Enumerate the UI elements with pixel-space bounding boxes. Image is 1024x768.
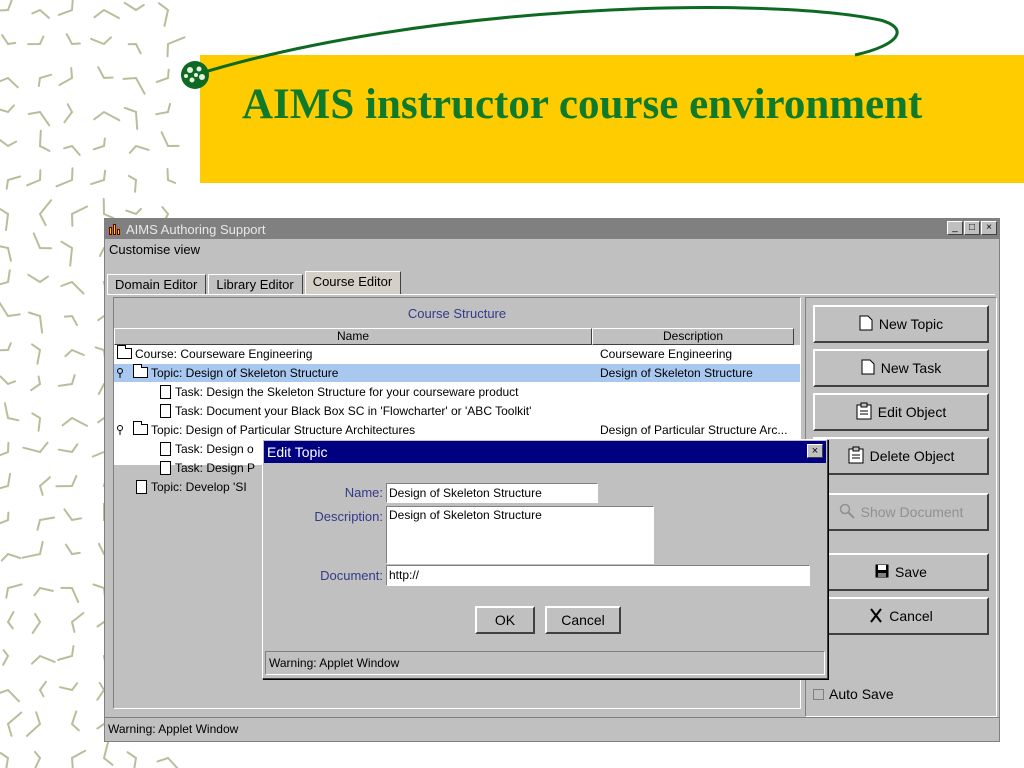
column-header-description[interactable]: Description (592, 328, 794, 345)
clipboard-icon (848, 446, 864, 467)
scissors-icon (869, 607, 883, 626)
dialog-title: Edit Topic (267, 444, 328, 460)
tree-row-description: Design of Skeleton Structure (600, 366, 753, 380)
tree-row-label: Task: Document your Black Box SC in 'Flo… (175, 404, 532, 418)
tree-row-label: Task: Design the Skeleton Structure for … (175, 385, 519, 399)
document-icon (136, 480, 147, 494)
app-icon (109, 223, 123, 235)
new-topic-label: New Topic (878, 316, 944, 332)
column-header-name[interactable]: Name (114, 328, 592, 345)
auto-save-checkbox-box[interactable] (813, 688, 824, 700)
tree-row-name: Task: Design the Skeleton Structure for … (160, 383, 519, 401)
tree-row-description: Courseware Engineering (600, 347, 733, 361)
show-document-label: Show Document (860, 504, 964, 520)
tree-row-name: Topic: Design of Skeleton Structure (133, 364, 338, 382)
edit-topic-dialog: Edit Topic × Name: Design of Skeleton St… (262, 439, 828, 679)
window-title: AIMS Authoring Support (126, 221, 266, 237)
tab-divider (107, 294, 995, 295)
editor-tabs: Domain Editor Library Editor Course Edit… (107, 271, 403, 295)
tree-row-label: Topic: Develop 'SI (151, 480, 247, 494)
new-task-button[interactable]: New Task (813, 349, 989, 387)
new-topic-button[interactable]: New Topic (813, 305, 989, 343)
tab-course-editor[interactable]: Course Editor (304, 271, 402, 295)
name-label: Name: (344, 485, 383, 500)
dialog-status-bar: Warning: Applet Window (265, 651, 825, 675)
tree-row-name: Course: Courseware Engineering (117, 345, 312, 363)
new-task-label: New Task (880, 360, 942, 376)
tree-row-description: Design of Particular Structure Arc... (600, 423, 788, 437)
document-field[interactable]: http:// (386, 565, 810, 586)
tree-row-label: Task: Design o (175, 442, 254, 456)
edit-object-button[interactable]: Edit Object (813, 393, 989, 431)
magnifier-icon (839, 503, 855, 522)
tree-row-name: Topic: Develop 'SI (136, 478, 247, 496)
window-titlebar[interactable]: AIMS Authoring Support _ □ × (105, 219, 999, 239)
minimize-button[interactable]: _ (947, 221, 963, 235)
name-field[interactable]: Design of Skeleton Structure (386, 483, 598, 503)
tree-row-name: Task: Design o (160, 440, 254, 458)
maximize-button[interactable]: □ (964, 221, 980, 235)
tab-library-editor[interactable]: Library Editor (208, 274, 303, 295)
tree-row[interactable]: Task: Document your Black Box SC in 'Flo… (114, 402, 800, 420)
folder-icon (133, 421, 148, 435)
auto-save-checkbox[interactable]: Auto Save (813, 686, 894, 702)
dialog-titlebar[interactable]: Edit Topic × (264, 441, 826, 463)
new-document-icon (861, 359, 875, 378)
document-icon (160, 442, 171, 456)
new-document-icon (859, 315, 873, 334)
document-icon (160, 461, 171, 475)
tab-domain-editor[interactable]: Domain Editor (107, 274, 207, 295)
tree-row-label: Topic: Design of Particular Structure Ar… (151, 423, 416, 437)
expand-pin-icon[interactable] (116, 425, 124, 435)
delete-object-label: Delete Object (869, 448, 955, 464)
tree-row[interactable]: Task: Design the Skeleton Structure for … (114, 383, 800, 401)
show-document-button[interactable]: Show Document (813, 493, 989, 531)
document-icon (160, 404, 171, 418)
ok-button[interactable]: OK (475, 606, 535, 634)
slide-title: AIMS instructor course environment (242, 81, 923, 128)
document-label: Document: (320, 568, 383, 583)
dialog-cancel-button[interactable]: Cancel (545, 606, 621, 634)
save-label: Save (895, 564, 927, 580)
floppy-disk-icon (875, 564, 889, 581)
folder-icon (133, 364, 148, 378)
description-field[interactable]: Design of Skeleton Structure (386, 506, 654, 564)
cancel-button[interactable]: Cancel (813, 597, 989, 635)
expand-pin-icon[interactable] (116, 368, 124, 378)
tree-row[interactable]: Topic: Design of Particular Structure Ar… (114, 421, 800, 439)
tree-row-name: Task: Design P (160, 459, 255, 477)
tree-header: Name Description (114, 328, 800, 345)
tree-row[interactable]: Topic: Design of Skeleton Structure Desig… (114, 364, 800, 382)
menu-customise-view[interactable]: Customise view (109, 242, 200, 257)
delete-object-button[interactable]: Delete Object (813, 437, 989, 475)
save-button[interactable]: Save (813, 553, 989, 591)
description-label: Description: (314, 509, 383, 524)
tree-row-label: Task: Design P (175, 461, 256, 475)
cancel-label: Cancel (889, 608, 933, 624)
clipboard-icon (856, 402, 872, 423)
tree-row-label: Topic: Design of Skeleton Structure (151, 366, 339, 380)
document-icon (160, 385, 171, 399)
tree-row-name: Task: Document your Black Box SC in 'Flo… (160, 402, 531, 420)
folder-icon (117, 345, 132, 359)
tree-row-name: Topic: Design of Particular Structure Ar… (133, 421, 415, 439)
edit-object-label: Edit Object (877, 404, 947, 420)
auto-save-label: Auto Save (829, 686, 894, 702)
dialog-close-button[interactable]: × (807, 444, 823, 458)
course-structure-title: Course Structure (407, 306, 507, 321)
close-button[interactable]: × (981, 221, 997, 235)
tree-row[interactable]: Course: Courseware Engineering Courseware… (114, 345, 800, 363)
window-status-bar: Warning: Applet Window (105, 717, 999, 739)
tree-row-label: Course: Courseware Engineering (135, 347, 313, 361)
